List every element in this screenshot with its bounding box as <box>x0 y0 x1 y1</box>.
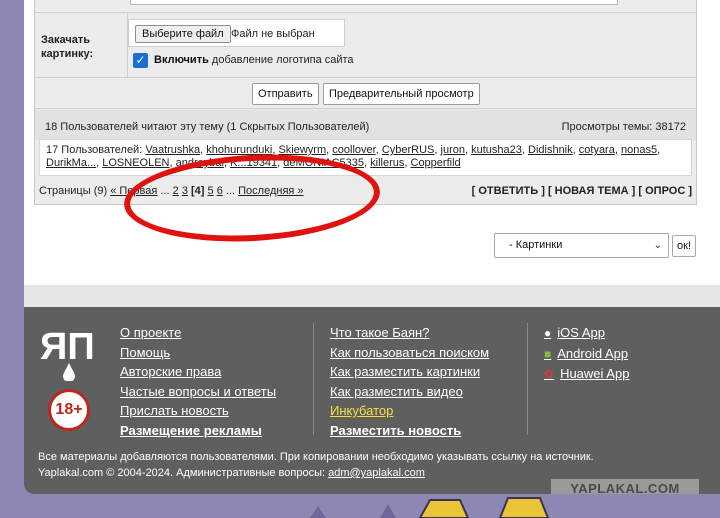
page-link-2[interactable]: 2 <box>173 185 179 197</box>
ios-app-label: iOS App <box>557 325 605 340</box>
users-list: 17 Пользователей: Vaatrushka, khohurundu… <box>46 144 676 170</box>
huawei-icon: ✿ <box>544 367 555 381</box>
forum-jump-value: - Картинки <box>509 239 563 251</box>
footer-link-send-news[interactable]: Прислать новость <box>120 401 276 421</box>
footer-email-link[interactable]: adm@yaplakal.com <box>328 467 425 479</box>
checkmark-icon: ✓ <box>135 53 146 67</box>
preview-button[interactable]: Предварительный просмотр <box>323 83 480 105</box>
footer-divider-1 <box>313 323 314 435</box>
user-link[interactable]: Copperfild <box>411 157 461 169</box>
footer-link-search-help[interactable]: Как пользоваться поиском <box>330 343 489 363</box>
footer-link-bayan[interactable]: Что такое Баян? <box>330 323 489 343</box>
user-link[interactable]: nonas5 <box>621 144 657 156</box>
logo-checkbox-bold: Включить <box>154 54 209 66</box>
apple-icon: ● <box>544 326 552 340</box>
reply-form: Закачать картинку: Выберите файл Файл не… <box>34 0 697 205</box>
footer-link-incubator[interactable]: Инкубатор <box>330 401 489 421</box>
age-18-badge: 18+ <box>48 389 90 431</box>
footer-link-android-app[interactable]: ■ Android App <box>544 344 629 365</box>
form-buttons: Отправить Предварительный просмотр <box>35 77 696 109</box>
page-container: Закачать картинку: Выберите файл Файл не… <box>24 0 720 494</box>
page-first-link[interactable]: « Первая <box>110 185 157 197</box>
user-link[interactable]: andreybai <box>176 157 224 169</box>
footer-note-line2: Yaplakal.com © 2004-2024. Административн… <box>38 465 594 481</box>
huawei-app-label: Huawei App <box>560 366 630 381</box>
users-prefix: 17 Пользователей: <box>46 144 146 156</box>
file-input[interactable]: Выберите файл Файл не выбран <box>128 19 345 47</box>
android-app-label: Android App <box>557 345 629 361</box>
readers-bar: 18 Пользователей читают эту тему (1 Скры… <box>35 110 696 140</box>
message-textarea[interactable] <box>130 0 618 5</box>
footer-link-images-help[interactable]: Как разместить картинки <box>330 362 489 382</box>
forum-jump-select[interactable]: - Картинки ⌄ <box>494 233 669 258</box>
footer-column-2: Что такое Баян? Как пользоваться поиском… <box>330 323 489 440</box>
pages-ellipsis-2: ... <box>225 185 236 197</box>
user-link[interactable]: Skiewyrm <box>278 144 326 156</box>
chevron-down-icon: ⌄ <box>653 240 662 251</box>
readers-count: 18 Пользователей читают эту тему (1 Скры… <box>45 121 370 133</box>
user-link[interactable]: CyberRUS <box>382 144 435 156</box>
pagination: Страницы (9) « Первая ... 2 3 [4] 5 6 ..… <box>39 185 304 197</box>
site-footer: ЯП 18+ О проекте Помощь Авторские права … <box>24 307 720 494</box>
user-link[interactable]: kutusha23 <box>471 144 522 156</box>
footer-apps: ● iOS App ■ Android App ✿ Huawei App <box>544 323 629 385</box>
page-link-6[interactable]: 6 <box>217 185 223 197</box>
topic-views: Просмотры темы: 38172 <box>561 121 686 133</box>
footer-link-post-news[interactable]: Разместить новость <box>330 421 489 441</box>
user-separator: , <box>657 144 661 156</box>
user-link[interactable]: LOSNEOLEN <box>102 157 169 169</box>
upload-row: Закачать картинку: Выберите файл Файл не… <box>35 12 696 77</box>
file-status: Файл не выбран <box>231 28 315 40</box>
logo-text: ЯП <box>40 326 95 368</box>
footer-link-copyright[interactable]: Авторские права <box>120 362 276 382</box>
user-link[interactable]: khohurunduki <box>206 144 272 156</box>
page-current: [4] <box>191 185 205 197</box>
topic-actions[interactable]: [ ОТВЕТИТЬ ] [ НОВАЯ ТЕМА ] [ ОПРОС ] <box>472 185 692 197</box>
submit-button[interactable]: Отправить <box>252 83 319 105</box>
pages-label: Страницы (9) <box>39 185 108 197</box>
page-last-link[interactable]: Последняя » <box>238 185 303 197</box>
upload-cell: Выберите файл Файл не выбран ✓ Включить … <box>127 13 696 77</box>
footer-link-huawei-app[interactable]: ✿ Huawei App <box>544 364 629 385</box>
choose-file-button[interactable]: Выберите файл <box>135 25 231 43</box>
footer-copyright: Yaplakal.com © 2004-2024. Административн… <box>38 467 329 479</box>
footer-link-faq[interactable]: Частые вопросы и ответы <box>120 382 276 402</box>
logo-checkbox-text: добавление логотипа сайта <box>208 54 354 66</box>
footer-link-help[interactable]: Помощь <box>120 343 276 363</box>
user-link[interactable]: killerus <box>370 157 404 169</box>
page-link-3[interactable]: 3 <box>182 185 188 197</box>
footer-link-about[interactable]: О проекте <box>120 323 276 343</box>
forum-jump-ok-button[interactable]: ок! <box>672 235 696 257</box>
logo-checkbox[interactable]: ✓ <box>133 53 148 68</box>
pages-ellipsis: ... <box>160 185 170 197</box>
user-link[interactable]: cotyara <box>579 144 615 156</box>
user-link[interactable]: deMONIAC5335 <box>283 157 364 169</box>
footer-top-band <box>24 285 720 307</box>
user-link[interactable]: DurikMa... <box>46 157 96 169</box>
footer-link-ios-app[interactable]: ● iOS App <box>544 323 629 344</box>
user-link[interactable]: K...19341 <box>230 157 277 169</box>
footer-divider-2 <box>527 323 528 435</box>
user-link[interactable]: Didishnik <box>528 144 573 156</box>
footer-note-line1: Все материалы добавляются пользователями… <box>38 451 594 463</box>
logo-checkbox-label[interactable]: Включить добавление логотипа сайта <box>154 54 354 66</box>
android-icon: ■ <box>544 346 552 361</box>
decorative-mascots-icon <box>0 494 720 518</box>
user-link[interactable]: coollover <box>332 144 375 156</box>
user-link[interactable]: juron <box>441 144 465 156</box>
footer-link-video-help[interactable]: Как разместить видео <box>330 382 489 402</box>
users-list-box: 17 Пользователей: Vaatrushka, khohurundu… <box>39 139 692 176</box>
page-link-5[interactable]: 5 <box>208 185 214 197</box>
footer-link-advertising[interactable]: Размещение рекламы <box>120 421 276 441</box>
footer-note: Все материалы добавляются пользователями… <box>38 449 594 481</box>
upload-label: Закачать картинку: <box>41 34 94 60</box>
site-logo-icon: ЯП <box>38 323 100 381</box>
footer-column-1: О проекте Помощь Авторские права Частые … <box>120 323 276 440</box>
user-link[interactable]: Vaatrushka <box>145 144 200 156</box>
